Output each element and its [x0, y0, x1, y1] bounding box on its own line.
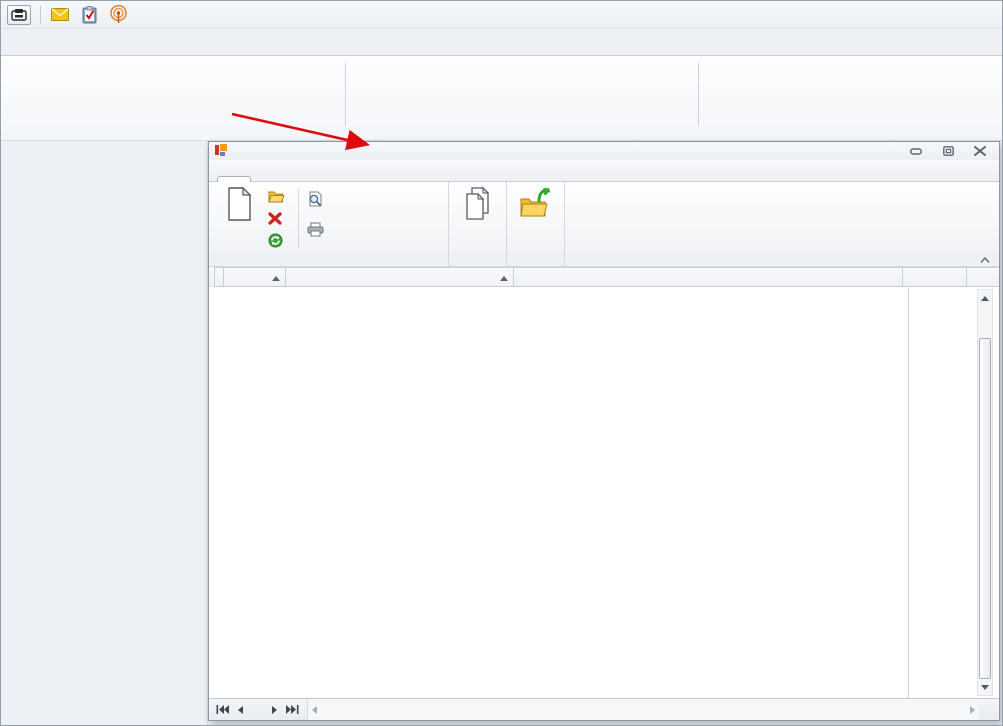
cerrar-button[interactable]	[511, 185, 561, 252]
group-label-cerrar	[507, 252, 565, 266]
ribbon-group-divider	[345, 63, 346, 126]
scroll-thumb[interactable]	[979, 338, 991, 679]
ribbon-group-divider	[698, 63, 699, 126]
group-label-lista	[209, 252, 449, 266]
app-window	[0, 0, 1003, 726]
imprimir-button[interactable]	[307, 220, 329, 238]
ribbon-column-7	[704, 63, 881, 140]
ribbon-panel	[1, 55, 1002, 141]
ribbon-collapse-area	[565, 252, 999, 266]
restore-button[interactable]	[941, 145, 955, 157]
ribbon-column-4	[351, 63, 428, 140]
close-folder-icon	[519, 187, 553, 221]
dialog-icon	[215, 144, 228, 159]
nav-next-button[interactable]	[265, 702, 283, 718]
toolbar-group-adicional	[449, 182, 507, 252]
ribbon-column-6	[553, 63, 693, 140]
toolbar-separator	[298, 189, 299, 248]
tab-principal[interactable]	[217, 176, 251, 182]
scroll-track[interactable]	[978, 306, 992, 338]
chevron-up-icon[interactable]	[979, 255, 991, 264]
toolbar-stack-print	[303, 185, 329, 252]
dialog-title-bar[interactable]	[209, 142, 999, 160]
table-body	[209, 287, 999, 698]
vista-previa-button[interactable]	[307, 190, 329, 208]
menu-bar	[1, 29, 1002, 55]
table-header	[209, 267, 999, 287]
duplicate-icon	[464, 187, 492, 221]
toolbar-group-labels	[209, 252, 999, 267]
dialog-toolbar	[209, 182, 999, 252]
header-tipo-incidencia[interactable]	[286, 267, 514, 287]
main-area	[1, 141, 1002, 726]
window-buttons	[909, 145, 987, 157]
minimize-button[interactable]	[909, 145, 923, 157]
ribbon-column-2	[79, 63, 197, 140]
ribbon-column-3	[197, 63, 340, 140]
new-document-icon	[226, 187, 252, 221]
status-bar	[209, 698, 999, 720]
eliminar-button[interactable]	[268, 209, 290, 227]
sidebar	[1, 141, 208, 726]
print-preview-icon	[307, 191, 323, 207]
vertical-scrollbar[interactable]	[977, 289, 993, 696]
nuevo-button[interactable]	[214, 185, 264, 252]
broadcast-icon[interactable]	[108, 5, 128, 25]
duplicar-button[interactable]	[453, 185, 503, 252]
header-gutter	[214, 267, 224, 287]
tasks-icon[interactable]	[79, 5, 99, 25]
hscroll-left-icon[interactable]	[312, 706, 317, 714]
scroll-up-icon[interactable]	[978, 290, 992, 306]
group-label-adicional	[449, 252, 507, 266]
printer-icon	[307, 222, 324, 237]
mail-icon[interactable]	[50, 5, 70, 25]
scroll-down-icon[interactable]	[978, 679, 992, 695]
plantillas-incidencia-dialog	[208, 141, 1000, 721]
header-descripcion[interactable]	[514, 267, 903, 287]
horizontal-scrollbar[interactable]	[307, 699, 979, 720]
toolbar-separator	[40, 6, 41, 24]
ribbon-column-1	[26, 63, 79, 140]
header-blank	[903, 267, 967, 287]
hscroll-right-icon[interactable]	[970, 706, 975, 714]
header-filler	[967, 267, 999, 287]
quick-access-toolbar	[1, 5, 128, 25]
close-icon[interactable]	[973, 145, 987, 157]
ribbon-column-5	[428, 63, 553, 140]
toolbar-stack-list	[264, 185, 290, 252]
toolbar-group-lista	[212, 182, 449, 252]
phone-icon	[9, 5, 29, 25]
refresh-icon	[268, 233, 283, 248]
nav-first-button[interactable]	[213, 702, 231, 718]
phone-button[interactable]	[7, 5, 31, 25]
top-bar	[1, 1, 1002, 29]
actualizar-button[interactable]	[268, 231, 290, 249]
header-categoria[interactable]	[224, 267, 286, 287]
dialog-tab-strip	[209, 160, 999, 182]
nav-last-button[interactable]	[283, 702, 301, 718]
ribbon-column-8	[881, 63, 1002, 140]
open-folder-icon	[268, 189, 285, 203]
abrir-button[interactable]	[268, 187, 290, 205]
toolbar-group-cerrar	[507, 182, 565, 252]
nav-prev-button[interactable]	[231, 702, 249, 718]
delete-x-icon	[268, 212, 282, 225]
